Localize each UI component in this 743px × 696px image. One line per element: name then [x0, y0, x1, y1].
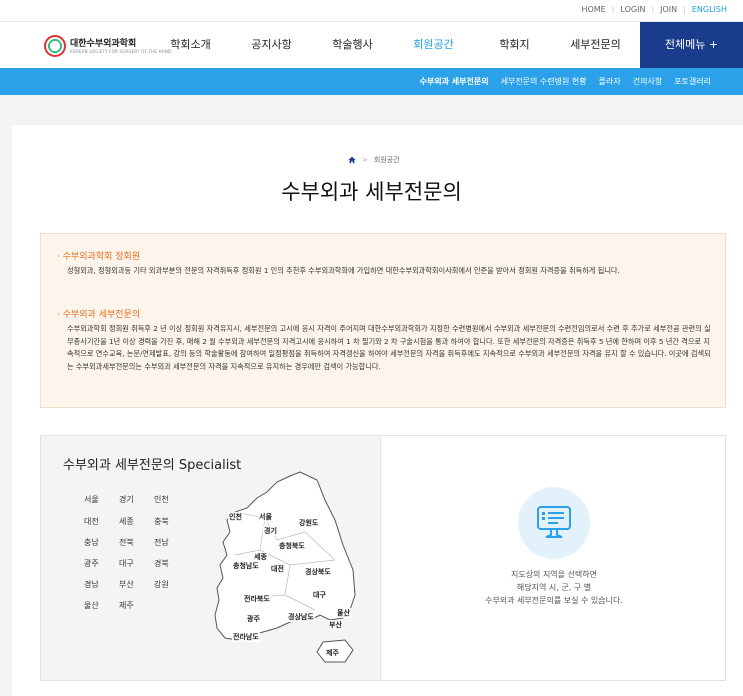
join-link[interactable]: JOIN — [660, 5, 677, 14]
region-link[interactable]: 전남 — [154, 537, 169, 548]
map-label-seoul[interactable]: 서울 — [258, 512, 273, 522]
separator: | — [611, 5, 615, 14]
separator: | — [651, 5, 655, 14]
subnav-item-plaza[interactable]: 플라자 — [599, 68, 621, 95]
nav-item-members[interactable]: 회원공간 — [393, 22, 474, 68]
main-header: 대한수부외과학회 KOREAN SOCIETY FOR SURGERY OF T… — [0, 22, 743, 68]
korea-map-outline — [214, 471, 356, 641]
map-label-chungbuk[interactable]: 충청북도 — [278, 541, 306, 551]
intro-heading-specialist: · 수부외과 세부전문의 — [57, 310, 141, 320]
map-label-jeju[interactable]: 제주 — [325, 648, 340, 658]
region-link[interactable]: 광주 — [84, 558, 99, 569]
map-label-gangwon[interactable]: 강원도 — [298, 518, 320, 528]
login-link[interactable]: LOGIN — [620, 5, 645, 14]
guide-line: 지도상의 지역을 선택하면 — [510, 570, 598, 579]
subnav-item-hospitals[interactable]: 세부전문의 수련병원 현황 — [501, 68, 587, 95]
region-link[interactable]: 충남 — [84, 537, 99, 548]
region-link[interactable]: 서울 — [84, 494, 99, 505]
map-label-jeonbuk[interactable]: 전라북도 — [243, 594, 271, 604]
chevron-right-icon: > — [362, 156, 368, 164]
breadcrumb: > 회원공간 — [348, 155, 400, 165]
region-link[interactable]: 경남 — [84, 579, 99, 590]
map-label-chungnam[interactable]: 충청남도 — [232, 561, 260, 571]
region-link[interactable]: 대구 — [119, 558, 134, 569]
guide-text: 지도상의 지역을 선택하면 해당지역 시, 군, 구 별 수부외과 세부전문의를… — [382, 568, 726, 607]
region-link[interactable]: 부산 — [119, 579, 134, 590]
region-link[interactable]: 충북 — [154, 516, 169, 527]
region-link[interactable]: 경기 — [119, 494, 134, 505]
utility-links: HOME | LOGIN | JOIN | ENGLISH — [581, 5, 727, 14]
nav-item-about[interactable]: 학회소개 — [150, 22, 231, 68]
subnav-item-specialist[interactable]: 수부외과 세부전문의 — [420, 68, 489, 95]
english-link[interactable]: ENGLISH — [692, 5, 727, 14]
logo-emblem-icon — [44, 35, 66, 57]
region-link[interactable]: 울산 — [84, 600, 99, 611]
map-label-jeonnam[interactable]: 전라남도 — [232, 632, 260, 642]
global-nav: 학회소개 공지사항 학술행사 회원공간 학회지 세부전문의 — [150, 22, 636, 68]
monitor-list-icon — [537, 506, 571, 538]
korea-map[interactable] — [205, 470, 370, 670]
region-link[interactable]: 제주 — [119, 600, 134, 611]
intro-text-member: 성형외과, 정형외과등 기타 외과부분의 전문의 자격취득후 정회원 1 인의 … — [67, 266, 620, 275]
top-utility-bar: HOME | LOGIN | JOIN | ENGLISH — [0, 0, 743, 22]
map-label-busan[interactable]: 부산 — [328, 620, 343, 630]
map-label-incheon[interactable]: 인천 — [228, 512, 243, 522]
subnav-item-suggestion[interactable]: 건의사항 — [633, 68, 662, 95]
map-label-gyeongnam[interactable]: 경상남도 — [287, 612, 315, 622]
region-link[interactable]: 경북 — [154, 558, 169, 569]
separator: | — [683, 5, 686, 14]
nav-item-events[interactable]: 학술행사 — [312, 22, 393, 68]
map-label-daegu[interactable]: 대구 — [312, 590, 327, 600]
nav-item-notice[interactable]: 공지사항 — [231, 22, 312, 68]
region-link[interactable]: 인천 — [154, 494, 169, 505]
home-link[interactable]: HOME — [581, 5, 605, 14]
map-label-gwangju[interactable]: 광주 — [246, 614, 261, 624]
nav-item-journal[interactable]: 학회지 — [474, 22, 555, 68]
intro-heading-member: · 수부외과학회 정회원 — [57, 252, 141, 262]
page-title: 수부외과 세부전문의 — [281, 180, 462, 204]
guide-line: 해당지역 시, 군, 구 별 — [516, 583, 592, 592]
map-label-daejeon[interactable]: 대전 — [270, 564, 285, 574]
breadcrumb-current[interactable]: 회원공간 — [374, 155, 400, 165]
map-label-gyeongbuk[interactable]: 경상북도 — [304, 567, 332, 577]
subnav-item-photo[interactable]: 포토갤러리 — [674, 68, 711, 95]
nav-item-specialist[interactable]: 세부전문의 — [555, 22, 636, 68]
sub-nav-bar: 수부외과 세부전문의 세부전문의 수련병원 현황 플라자 건의사항 포토갤러리 — [0, 68, 743, 95]
region-link[interactable]: 전북 — [119, 537, 134, 548]
map-label-gyeonggi[interactable]: 경기 — [263, 526, 278, 536]
guide-circle — [518, 487, 590, 559]
home-icon[interactable] — [348, 156, 356, 164]
map-label-ulsan[interactable]: 울산 — [336, 608, 351, 618]
guide-line: 수부외과 세부전문의를 보실 수 있습니다. — [485, 596, 623, 605]
all-menu-button[interactable]: 전체메뉴 + — [640, 22, 743, 68]
region-link[interactable]: 세종 — [119, 516, 134, 527]
region-link[interactable]: 강원 — [154, 579, 169, 590]
intro-text-specialist: 수부외과학회 정회원 취득후 2 년 이상 정회원 자격유지시, 세부전문의 고… — [67, 324, 711, 371]
intro-box: · 수부외과학회 정회원 성형외과, 정형외과등 기타 외과부분의 전문의 자격… — [40, 233, 726, 408]
region-link[interactable]: 대전 — [84, 516, 99, 527]
